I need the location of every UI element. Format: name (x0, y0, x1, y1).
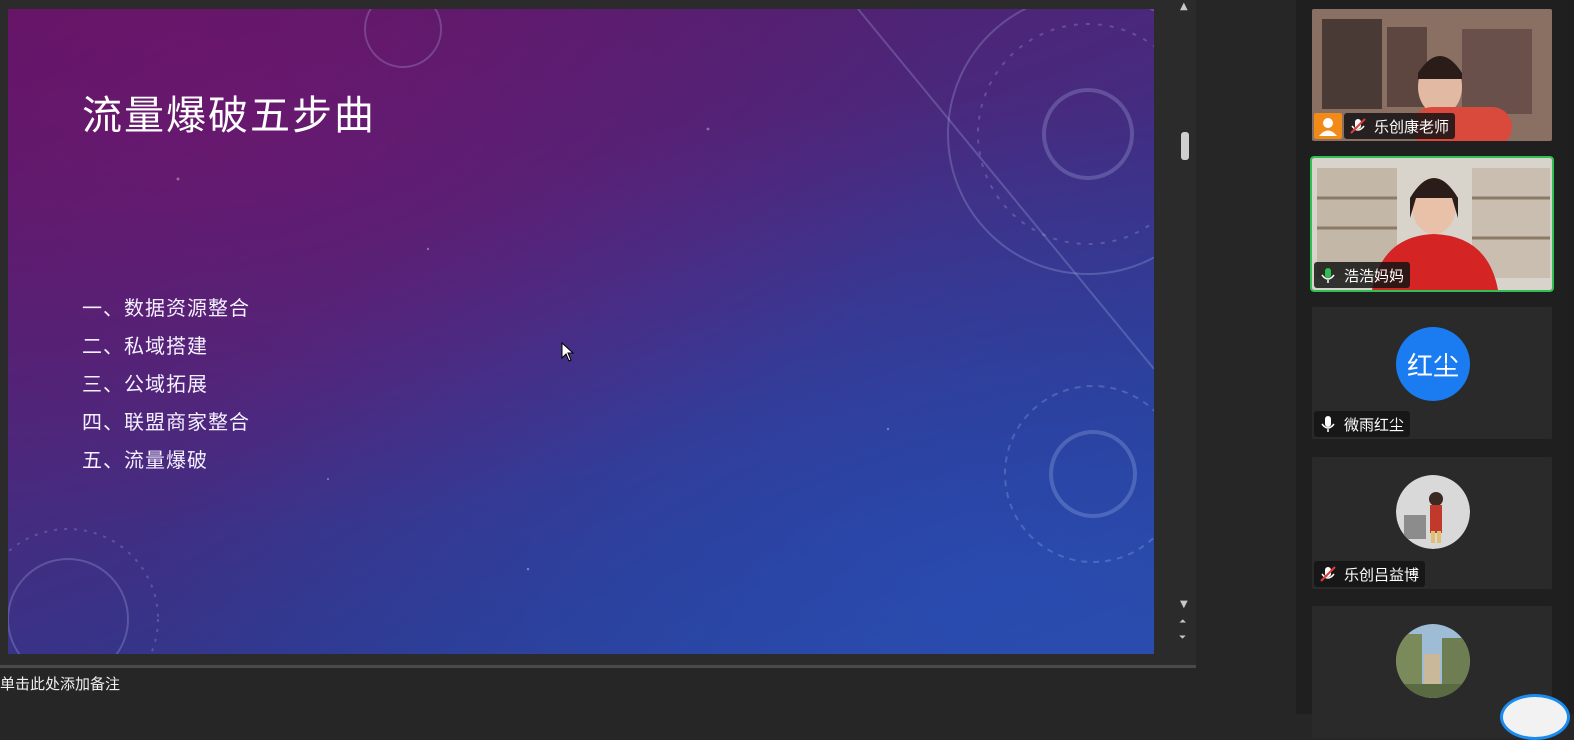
mouse-pointer-icon (561, 342, 575, 362)
scrollbar-thumb[interactable] (1181, 132, 1189, 160)
avatar (1396, 475, 1470, 549)
participant-panel: 乐创康老师 浩浩妈妈 红尘 微雨红尘 乐创吕益博 (1296, 0, 1574, 738)
mic-active-icon (1321, 268, 1335, 283)
participant-name-tag: 微雨红尘 (1314, 411, 1411, 437)
presentation-view: 流量爆破五步曲 一、数据资源整合 二、私域搭建 三、公域拓展 四、联盟商家整合 … (0, 0, 1196, 714)
mic-icon (1321, 416, 1335, 432)
avatar (1396, 624, 1470, 698)
scroll-up-icon[interactable]: ▲ (1180, 2, 1188, 12)
slide-canvas[interactable]: 流量爆破五步曲 一、数据资源整合 二、私域搭建 三、公域拓展 四、联盟商家整合 … (8, 9, 1154, 654)
participant-name: 乐创康老师 (1374, 117, 1450, 136)
participant-name-tag: 浩浩妈妈 (1314, 262, 1411, 288)
scroll-down-icon[interactable]: ▼ (1180, 600, 1188, 610)
mic-muted-icon (1350, 118, 1366, 134)
slide-bullet-item: 一、数据资源整合 (82, 296, 250, 320)
notes-input[interactable]: 单击此处添加备注 (0, 668, 1196, 714)
slide-bullet-list: 一、数据资源整合 二、私域搭建 三、公域拓展 四、联盟商家整合 五、流量爆破 (82, 289, 250, 479)
participant-tile[interactable]: 浩浩妈妈 (1310, 156, 1554, 292)
slide-bullet-item: 五、流量爆破 (82, 448, 208, 472)
notes-placeholder: 单击此处添加备注 (0, 675, 121, 693)
participant-name: 乐创吕益博 (1344, 565, 1420, 584)
slide-bullet-item: 二、私域搭建 (82, 334, 208, 358)
participant-tile[interactable]: 红尘 微雨红尘 (1312, 307, 1552, 439)
floating-action-button[interactable] (1500, 694, 1570, 740)
participant-name: 微雨红尘 (1344, 415, 1405, 434)
participant-tile[interactable]: 乐创吕益博 (1312, 457, 1552, 589)
participant-name-tag: 乐创康老师 (1344, 113, 1456, 139)
slide-title: 流量爆破五步曲 (82, 93, 376, 139)
avatar: 红尘 (1396, 327, 1470, 401)
slide-bullet-item: 三、公域拓展 (82, 372, 208, 396)
previous-slide-icon[interactable]: ⏶ (1179, 618, 1186, 627)
participant-name: 浩浩妈妈 (1344, 266, 1405, 285)
mic-muted-icon (1320, 566, 1336, 582)
slide-bullet-item: 四、联盟商家整合 (82, 410, 250, 434)
next-slide-icon[interactable]: ⏷ (1179, 634, 1186, 643)
participant-name-tag: 乐创吕益博 (1314, 561, 1426, 587)
host-badge-icon (1314, 113, 1342, 139)
participant-tile[interactable]: 乐创康老师 (1312, 9, 1552, 141)
slide-scrollbar[interactable]: ▲ ▼ ⏶ ⏷ (1176, 0, 1194, 660)
